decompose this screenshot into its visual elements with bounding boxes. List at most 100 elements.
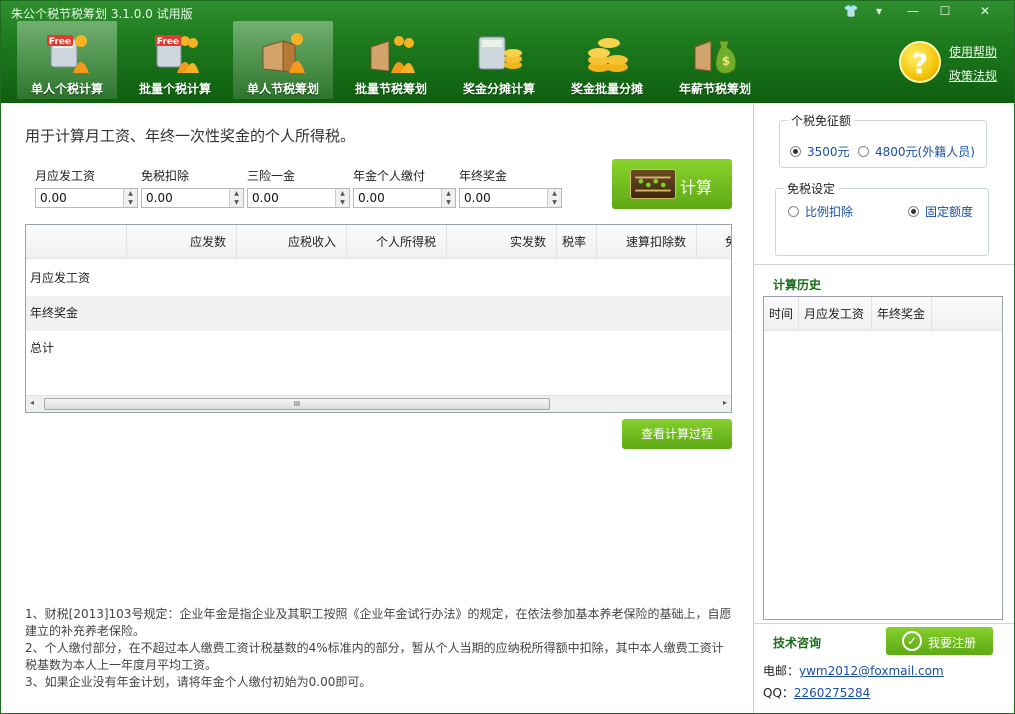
grid-header-cell[interactable]: 个人所得税 xyxy=(346,225,446,259)
field-label: 月应发工资 xyxy=(35,169,96,183)
tax-free-input[interactable]: 0.00 ▲ ▼ xyxy=(141,188,244,208)
history-header-cell[interactable]: 年终奖金 xyxy=(872,297,932,331)
grid-header-cell[interactable]: 应税收入 xyxy=(236,225,346,259)
nav-item-batch-tax[interactable]: Free 批量个税计算 xyxy=(125,21,225,99)
nav-label: 单人个税计算 xyxy=(30,82,103,96)
spin-down-icon[interactable]: ▼ xyxy=(123,198,137,207)
view-process-button[interactable]: 查看计算过程 xyxy=(622,419,732,449)
field-label: 年终奖金 xyxy=(459,169,508,183)
scroll-left-icon[interactable]: ◂ xyxy=(30,398,34,407)
annuity-input[interactable]: 0.00 ▲ ▼ xyxy=(353,188,456,208)
email-label: 电邮： xyxy=(763,664,800,678)
window-title: 朱公个税节税筹划 3.1.0.0 试用版 xyxy=(11,7,193,21)
grid-row-bonus[interactable]: 年终奖金 xyxy=(26,296,731,331)
radio-ratio-deduction[interactable]: 比例扣除 xyxy=(788,203,853,220)
radio-label: 固定额度 xyxy=(925,205,974,219)
register-button[interactable]: ✓ 我要注册 xyxy=(886,627,993,655)
maximize-button[interactable]: ☐ xyxy=(933,4,957,20)
abacus-icon xyxy=(630,169,676,199)
spin-down-icon[interactable]: ▼ xyxy=(441,198,455,207)
radio-label: 3500元 xyxy=(807,145,850,159)
spin-up-icon[interactable]: ▲ xyxy=(441,189,455,198)
radio-4800[interactable]: 4800元(外籍人员) xyxy=(858,143,975,160)
insurance-input[interactable]: 0.00 ▲ ▼ xyxy=(247,188,350,208)
nav-item-batch-plan[interactable]: 批量节税筹划 xyxy=(341,21,441,99)
help-icon[interactable]: ? xyxy=(899,41,941,83)
nav-label: 批量个税计算 xyxy=(138,82,211,96)
spin-up-icon[interactable]: ▲ xyxy=(123,189,137,198)
input-value[interactable]: 0.00 xyxy=(252,191,279,205)
radio-label: 比例扣除 xyxy=(805,205,854,219)
help-link[interactable]: 使用帮助 xyxy=(949,43,997,60)
history-header-cell[interactable]: 时间 xyxy=(764,297,799,331)
field-tax-free: 免税扣除 0.00 ▲ ▼ xyxy=(141,167,244,208)
monthly-salary-input[interactable]: 0.00 ▲ ▼ xyxy=(35,188,138,208)
nav-item-bonus-batch[interactable]: 奖金批量分摊 xyxy=(557,21,657,99)
grid-header: 应发数 应税收入 个人所得税 实发数 税率 速算扣除数 免 xyxy=(26,225,731,259)
scroll-right-icon[interactable]: ▸ xyxy=(723,398,727,407)
note-item: 3、如果企业没有年金计划，请将年金个人缴付初始为0.00即可。 xyxy=(25,675,372,689)
register-label: 我要注册 xyxy=(928,636,977,650)
nav-item-single-tax[interactable]: Free 单人个税计算 xyxy=(17,21,117,99)
scroll-thumb[interactable]: III xyxy=(44,398,550,410)
notes: 1、财税[2013]103号规定：企业年金是指企业及其职工按照《企业年金试行办法… xyxy=(25,606,735,691)
policy-link[interactable]: 政策法规 xyxy=(949,67,997,84)
money-bag-icon: $ xyxy=(694,40,737,74)
field-year-end-bonus: 年终奖金 0.00 ▲ ▼ xyxy=(459,167,562,208)
spin-up-icon[interactable]: ▲ xyxy=(335,189,349,198)
calculate-button[interactable]: 计算 xyxy=(612,159,732,209)
minimize-button[interactable]: — xyxy=(901,4,925,20)
grid-header-cell[interactable]: 税率 xyxy=(556,225,596,259)
input-value[interactable]: 0.00 xyxy=(464,191,491,205)
spin-up-icon[interactable]: ▲ xyxy=(229,189,243,198)
note-item: 1、财税[2013]103号规定：企业年金是指企业及其职工按照《企业年金试行办法… xyxy=(25,607,732,638)
history-header-cell[interactable]: 月应发工资 xyxy=(799,297,872,331)
radio-fixed-amount[interactable]: 固定额度 xyxy=(908,203,973,220)
radio-unchecked-icon[interactable] xyxy=(788,206,799,217)
close-button[interactable]: ✕ xyxy=(967,4,1003,20)
svg-text:$: $ xyxy=(722,54,730,68)
calculator-coins-icon xyxy=(478,36,522,70)
grid-header-cell[interactable]: 应发数 xyxy=(126,225,236,259)
qq-label: QQ： xyxy=(763,686,794,700)
free-calculator-person-icon: Free xyxy=(47,35,89,73)
field-label: 年金个人缴付 xyxy=(353,169,426,183)
grid-header-blank xyxy=(26,225,126,259)
nav-item-salary-plan[interactable]: $ 年薪节税筹划 xyxy=(665,21,765,99)
radio-checked-icon[interactable] xyxy=(790,146,801,157)
book-group-icon xyxy=(370,36,415,73)
input-value[interactable]: 0.00 xyxy=(146,191,173,205)
radio-3500[interactable]: 3500元 xyxy=(790,143,850,160)
grid-header-cell[interactable]: 实发数 xyxy=(446,225,556,259)
horizontal-scrollbar[interactable]: ◂ III ▸ xyxy=(26,395,731,412)
spin-up-icon[interactable]: ▲ xyxy=(547,189,561,198)
tax-threshold-group: 个税免征额 3500元 4800元(外籍人员) xyxy=(779,112,987,168)
grid-header-cell[interactable]: 速算扣除数 xyxy=(596,225,696,259)
email-link[interactable]: ywm2012@foxmail.com xyxy=(799,664,944,678)
input-value[interactable]: 0.00 xyxy=(40,191,67,205)
radio-unchecked-icon[interactable] xyxy=(858,146,869,157)
nav-item-single-plan[interactable]: 单人节税筹划 xyxy=(233,21,333,99)
app-window: 朱公个税节税筹划 3.1.0.0 试用版 👕 ▾ — ☐ ✕ Free 单人个税… xyxy=(0,0,1015,714)
menu-icon[interactable]: ▾ xyxy=(867,4,891,20)
result-grid: 应发数 应税收入 个人所得税 实发数 税率 速算扣除数 免 月应发工资 年终奖金… xyxy=(25,224,732,413)
grid-header-cell[interactable]: 免 xyxy=(696,225,731,259)
input-value[interactable]: 0.00 xyxy=(358,191,385,205)
group-title: 个税免征额 xyxy=(788,112,855,129)
year-end-bonus-input[interactable]: 0.00 ▲ ▼ xyxy=(459,188,562,208)
grid-row-total[interactable]: 总计 xyxy=(26,331,731,366)
history-grid[interactable]: 时间 月应发工资 年终奖金 xyxy=(763,296,1003,620)
nav-item-bonus-split[interactable]: 奖金分摊计算 xyxy=(449,21,549,99)
spin-down-icon[interactable]: ▼ xyxy=(229,198,243,207)
skin-icon[interactable]: 👕 xyxy=(839,4,863,20)
qq-link[interactable]: 2260275284 xyxy=(794,686,870,700)
nav-label: 单人节税筹划 xyxy=(246,82,319,96)
coins-stack-icon xyxy=(588,38,628,72)
spin-down-icon[interactable]: ▼ xyxy=(547,198,561,207)
radio-checked-icon[interactable] xyxy=(908,206,919,217)
field-annuity: 年金个人缴付 0.00 ▲ ▼ xyxy=(353,167,456,208)
grid-row-monthly[interactable]: 月应发工资 xyxy=(26,261,731,296)
spin-down-icon[interactable]: ▼ xyxy=(335,198,349,207)
right-separator xyxy=(754,623,1014,624)
contact-email: 电邮：ywm2012@foxmail.com xyxy=(763,662,944,679)
